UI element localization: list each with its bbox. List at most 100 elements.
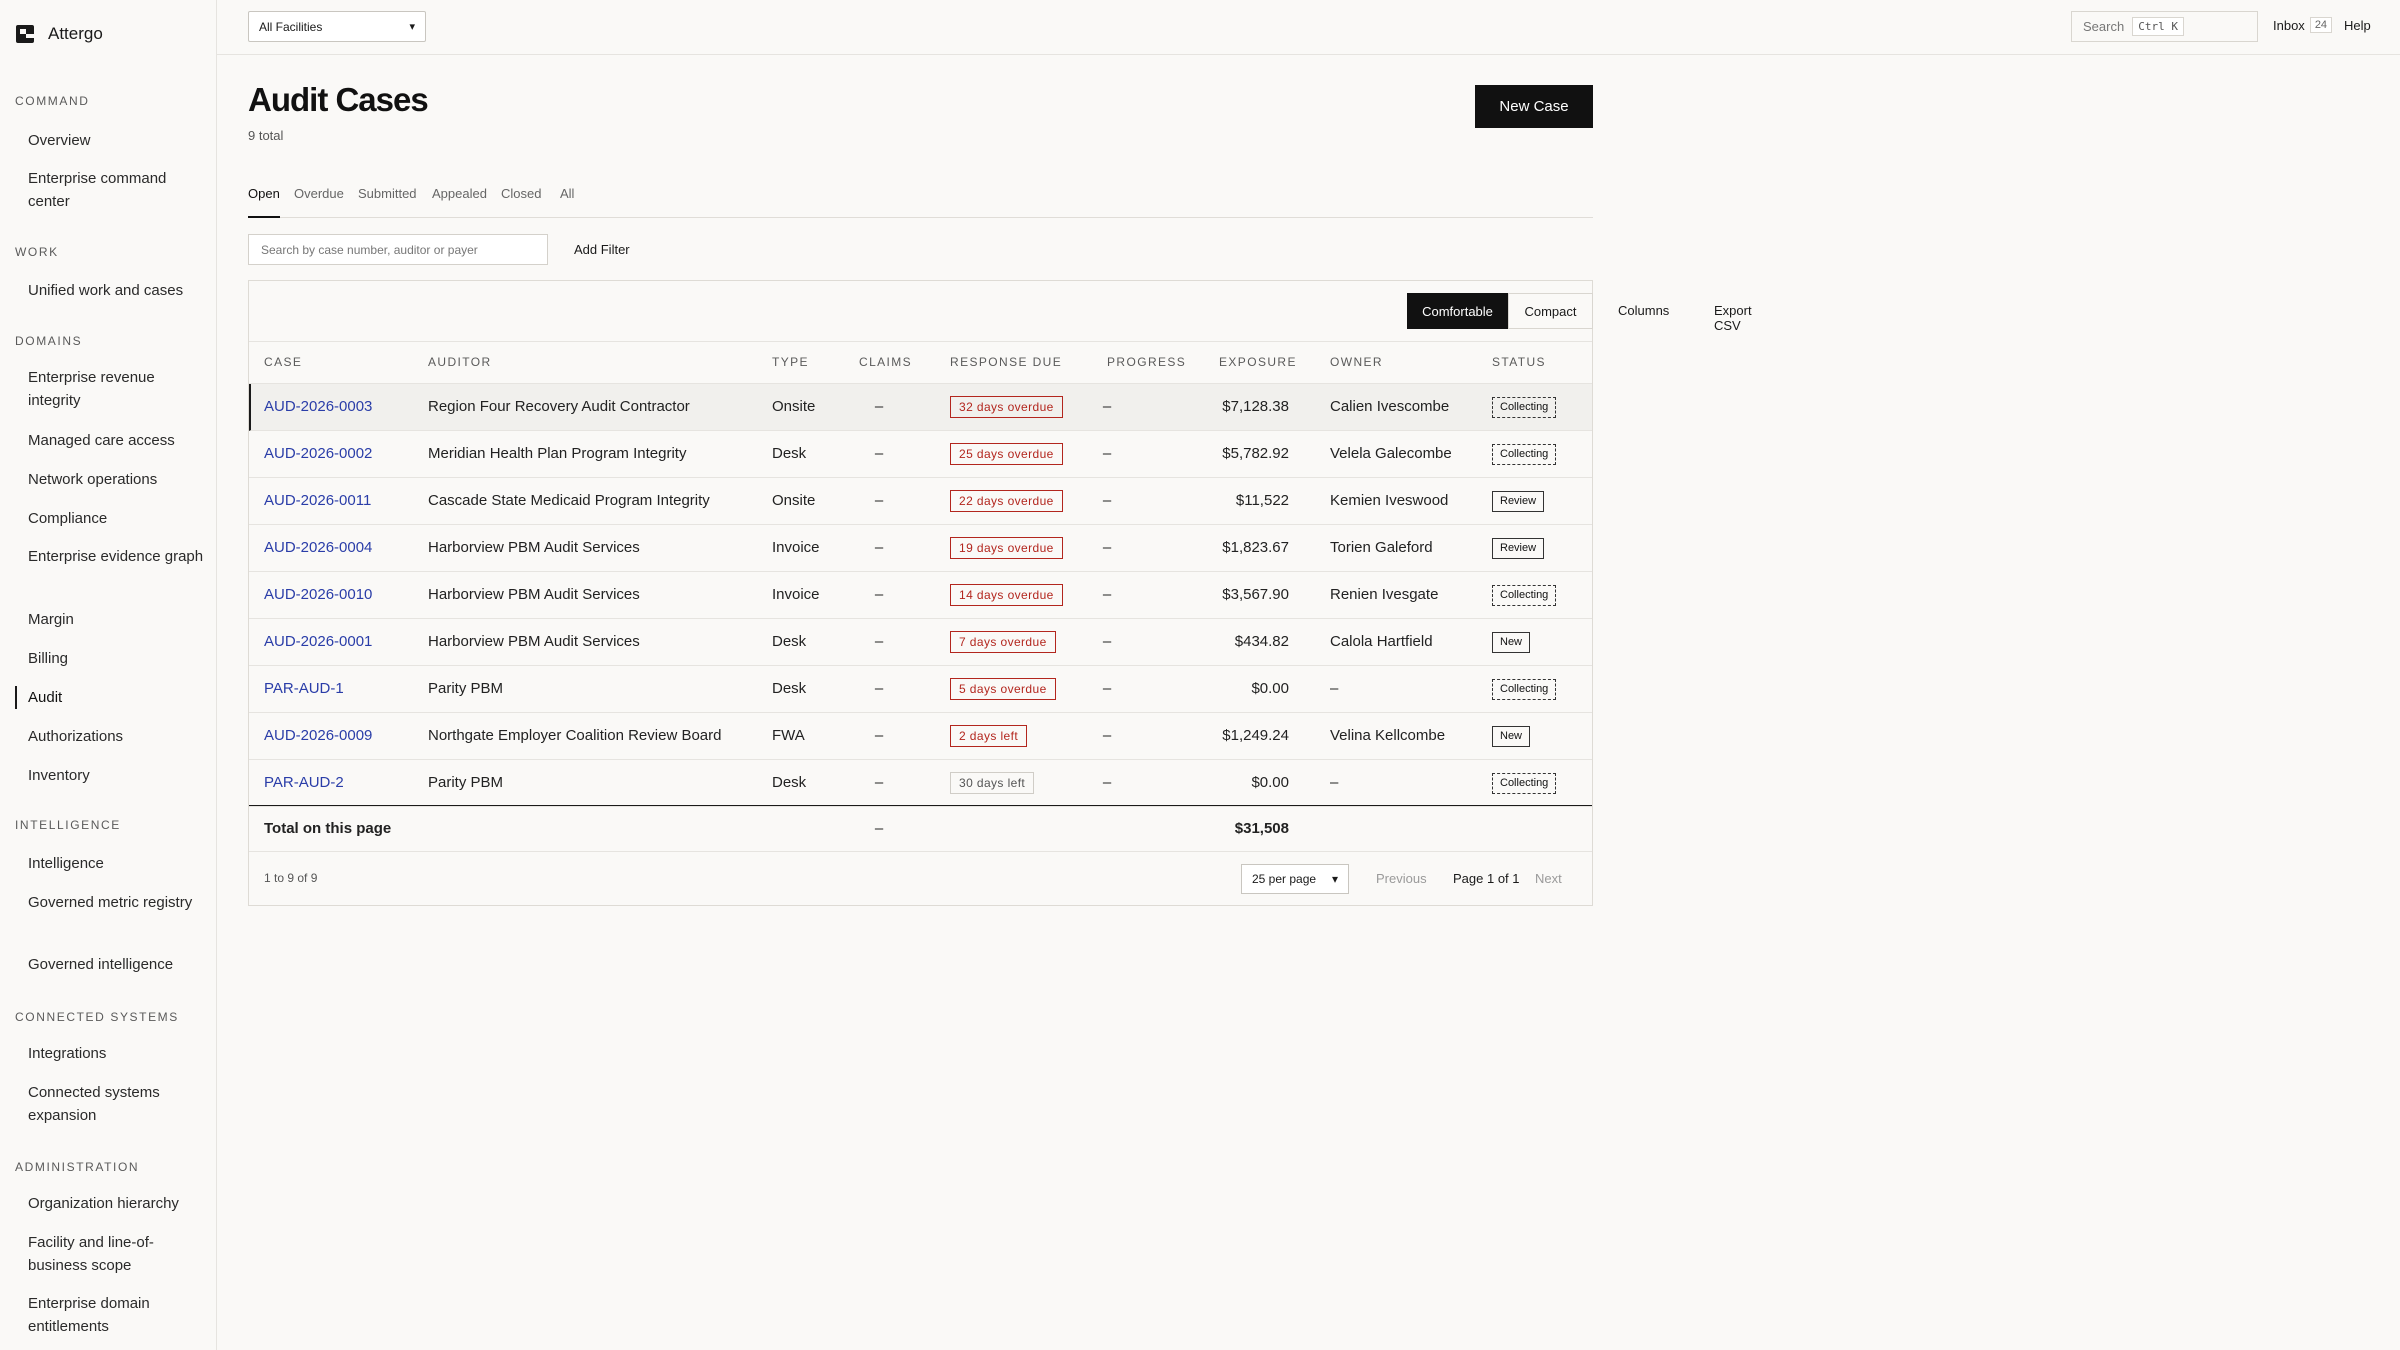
sidebar-item-facility-and-line-of-business-scope[interactable]: Facility and line-of-business scope <box>15 1231 205 1277</box>
search-label: Search <box>2083 19 2125 34</box>
sidebar-item-integrations[interactable]: Integrations <box>15 1042 205 1065</box>
response-due-badge: 5 days overdue <box>950 678 1056 700</box>
case-number-link[interactable]: PAR-AUD-1 <box>264 680 344 697</box>
table-row[interactable]: AUD-2026-0004 Harborview PBM Audit Servic… <box>249 525 1592 572</box>
global-search[interactable]: Search Ctrl K <box>2071 11 2258 42</box>
sidebar: Attergo COMMAND Overview Enterprise comman… <box>0 0 217 1350</box>
sidebar-item-intelligence[interactable]: Intelligence <box>15 852 205 875</box>
tab-overdue[interactable]: Overdue <box>294 186 344 218</box>
page-title: Audit Cases <box>248 81 429 118</box>
sidebar-item-billing[interactable]: Billing <box>15 647 205 670</box>
per-page-select[interactable]: 25 per page ▾ <box>1241 864 1349 894</box>
brand[interactable]: Attergo <box>16 24 103 44</box>
sidebar-item-enterprise-evidence-graph[interactable]: Enterprise evidence graph <box>15 545 205 568</box>
case-number-link[interactable]: AUD-2026-0003 <box>264 398 372 415</box>
sidebar-item-network-operations[interactable]: Network operations <box>15 468 205 491</box>
density-compact-button[interactable]: Compact <box>1508 293 1593 329</box>
density-comfortable-button[interactable]: Comfortable <box>1407 293 1508 329</box>
new-case-button[interactable]: New Case <box>1475 85 1593 128</box>
column-header-claims[interactable]: CLAIMS <box>859 355 912 369</box>
tab-all[interactable]: All <box>560 186 574 218</box>
column-header-auditor[interactable]: AUDITOR <box>428 355 492 369</box>
table-row[interactable]: PAR-AUD-1 Parity PBM Desk – 5 days overdue – $… <box>249 666 1592 713</box>
tab-open[interactable]: Open <box>248 186 280 218</box>
total-count: 9 total <box>248 128 284 143</box>
inbox-button[interactable]: Inbox 24 <box>2273 17 2333 33</box>
response-due-badge: 14 days overdue <box>950 584 1063 606</box>
column-header-status[interactable]: STATUS <box>1492 355 1546 369</box>
case-number-link[interactable]: AUD-2026-0009 <box>264 727 372 744</box>
sidebar-section-title: WORK <box>15 245 59 259</box>
case-number-link[interactable]: AUD-2026-0001 <box>264 633 372 650</box>
table-row[interactable]: AUD-2026-0002 Meridian Health Plan Progra… <box>249 431 1592 478</box>
column-header-response-due[interactable]: RESPONSE DUE <box>950 355 1062 369</box>
table-row[interactable]: AUD-2026-0001 Harborview PBM Audit Servic… <box>249 619 1592 666</box>
sidebar-item-connected-systems-expansion[interactable]: Connected systems expansion <box>15 1081 205 1127</box>
auditor-cell: Harborview PBM Audit Services <box>428 586 640 603</box>
progress-cell: – <box>1102 680 1112 697</box>
sidebar-item-enterprise-revenue-integrity[interactable]: Enterprise revenue integrity <box>15 366 205 412</box>
column-header-case[interactable]: CASE <box>264 355 302 369</box>
sidebar-item-margin[interactable]: Margin <box>15 608 205 631</box>
case-search-input[interactable]: Search by case number, auditor or payer <box>248 234 548 265</box>
table-row[interactable]: AUD-2026-0011 Cascade State Medicaid Prog… <box>249 478 1592 525</box>
table-row[interactable]: PAR-AUD-2 Parity PBM Desk – 30 days left – $0.… <box>249 760 1592 807</box>
table-header: CASE AUDITOR TYPE CLAIMS RESPONSE DUE PR… <box>249 341 1592 384</box>
sidebar-item-authorizations[interactable]: Authorizations <box>15 725 205 748</box>
status-badge: Collecting <box>1492 585 1557 606</box>
table-row[interactable]: AUD-2026-0009 Northgate Employer Coalitio… <box>249 713 1592 760</box>
case-number-link[interactable]: AUD-2026-0011 <box>264 492 371 509</box>
claims-cell: – <box>874 539 884 556</box>
exposure-cell: $5,782.92 <box>1222 445 1289 462</box>
owner-cell: – <box>1330 680 1339 697</box>
column-header-owner[interactable]: OWNER <box>1330 355 1383 369</box>
sidebar-item-unified-work-and-cases[interactable]: Unified work and cases <box>15 279 205 302</box>
response-due-badge: 22 days overdue <box>950 490 1063 512</box>
add-filter-button[interactable]: Add Filter <box>574 242 630 257</box>
progress-cell: – <box>1102 727 1112 744</box>
sidebar-item-governed-metric-registry[interactable]: Governed metric registry <box>15 891 205 914</box>
chevron-down-icon: ▾ <box>1331 872 1338 886</box>
tab-submitted[interactable]: Submitted <box>358 186 417 218</box>
case-number-link[interactable]: PAR-AUD-2 <box>264 774 344 791</box>
response-due-badge: 7 days overdue <box>950 631 1056 653</box>
cases-table: Comfortable Compact Columns Export CSV C… <box>248 280 1752 906</box>
sidebar-item-overview[interactable]: Overview <box>15 129 205 152</box>
exposure-cell: $0.00 <box>1251 680 1289 697</box>
tab-appealed[interactable]: Appealed <box>432 186 487 218</box>
progress-cell: – <box>1102 492 1112 509</box>
owner-cell: Kemien Iveswood <box>1330 492 1449 509</box>
claims-cell: – <box>874 445 884 462</box>
table-row[interactable]: AUD-2026-0010 Harborview PBM Audit Servic… <box>249 572 1592 619</box>
sidebar-item-enterprise-domain-entitlements[interactable]: Enterprise domain entitlements <box>15 1292 205 1338</box>
type-cell: Invoice <box>772 539 820 556</box>
help-link[interactable]: Help <box>2344 18 2371 33</box>
owner-cell: Velina Kellcombe <box>1330 727 1446 744</box>
owner-cell: Velela Galecombe <box>1330 445 1452 462</box>
column-header-progress[interactable]: PROGRESS <box>1107 355 1186 369</box>
previous-page-button[interactable]: Previous <box>1376 871 1427 886</box>
claims-cell: – <box>874 633 884 650</box>
sidebar-item-enterprise-command-center[interactable]: Enterprise command center <box>15 167 205 213</box>
sidebar-item-organization-hierarchy[interactable]: Organization hierarchy <box>15 1192 205 1215</box>
next-page-button[interactable]: Next <box>1535 871 1562 886</box>
case-number-link[interactable]: AUD-2026-0002 <box>264 445 372 462</box>
sidebar-item-compliance[interactable]: Compliance <box>15 507 205 530</box>
status-badge: Review <box>1492 491 1545 512</box>
column-header-type[interactable]: TYPE <box>772 355 809 369</box>
result-range: 1 to 9 of 9 <box>264 871 318 885</box>
case-number-link[interactable]: AUD-2026-0010 <box>264 586 372 603</box>
response-due-badge: 25 days overdue <box>950 443 1063 465</box>
sidebar-item-governed-intelligence[interactable]: Governed intelligence <box>15 953 205 976</box>
table-row[interactable]: AUD-2026-0003 Region Four Recovery Audit … <box>249 384 1592 431</box>
tab-closed[interactable]: Closed <box>501 186 541 218</box>
auditor-cell: Parity PBM <box>428 774 504 791</box>
sidebar-item-audit[interactable]: Audit <box>15 686 205 709</box>
export-csv-button[interactable]: Export CSV <box>1714 303 1752 333</box>
column-header-exposure[interactable]: EXPOSURE <box>1219 355 1297 369</box>
case-number-link[interactable]: AUD-2026-0004 <box>264 539 372 556</box>
sidebar-item-inventory[interactable]: Inventory <box>15 764 205 787</box>
columns-button[interactable]: Columns <box>1618 303 1669 318</box>
sidebar-item-managed-care-access[interactable]: Managed care access <box>15 429 205 452</box>
facility-select[interactable]: All Facilities ▾ <box>248 11 426 42</box>
